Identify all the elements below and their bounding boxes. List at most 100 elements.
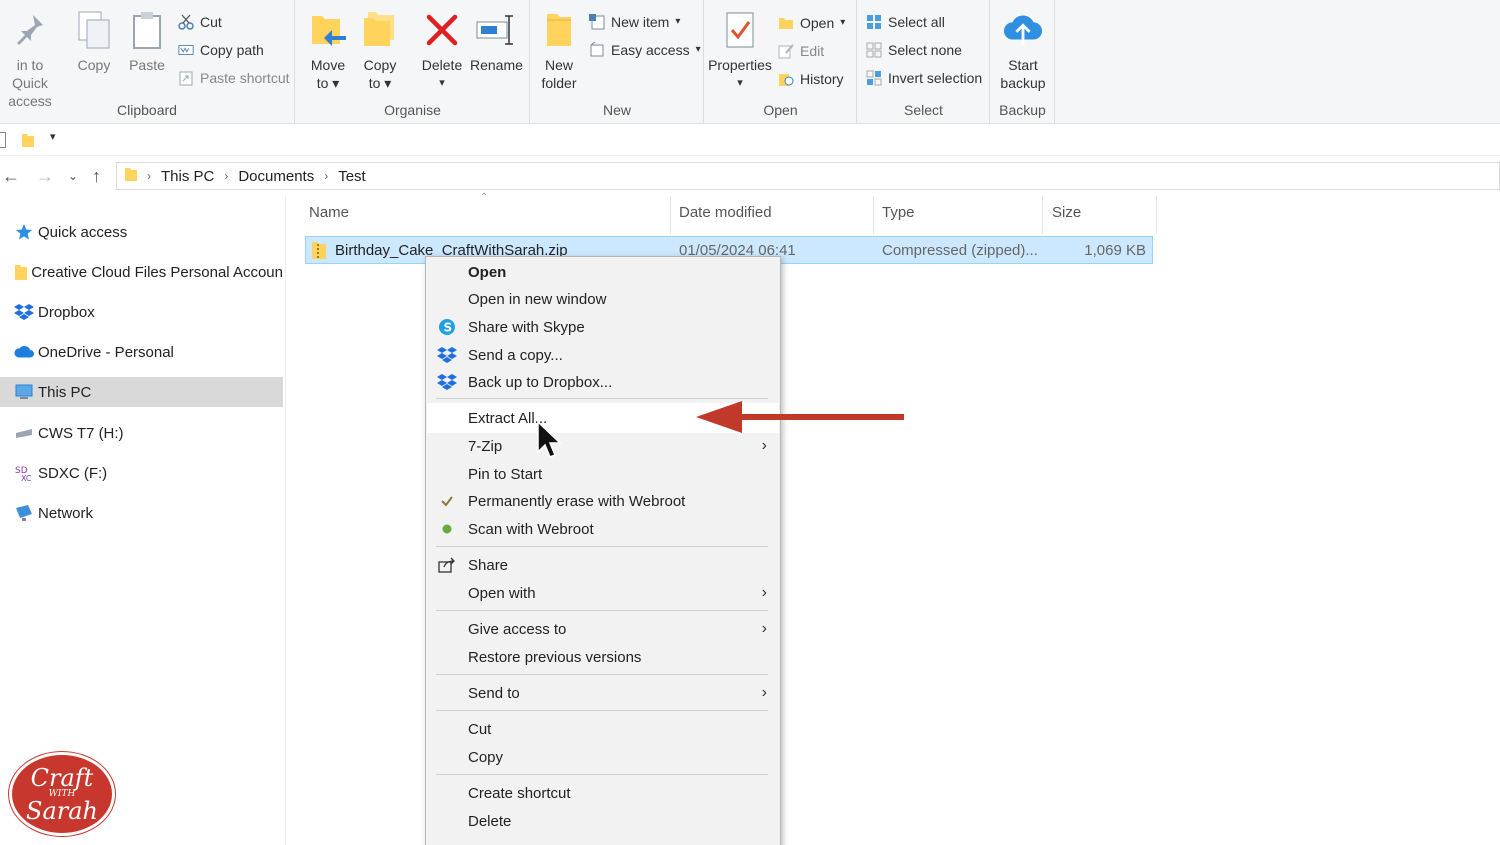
menu-item-restore-versions[interactable]: Restore previous versions: [427, 644, 779, 670]
sd-card-icon: SD XC: [14, 463, 34, 483]
dropbox-icon: [14, 302, 34, 322]
drive-icon: [14, 423, 34, 443]
menu-item-give-access[interactable]: Give access to ›: [427, 616, 779, 642]
properties-small-icon[interactable]: [0, 132, 6, 148]
sort-ascending-icon: ⌃: [480, 192, 489, 203]
menu-item-pin-start[interactable]: Pin to Start: [427, 461, 779, 487]
copy-icon: [74, 8, 114, 52]
new-folder-button[interactable]: New folder: [535, 8, 583, 92]
breadcrumb-this-pc[interactable]: This PC: [161, 168, 214, 185]
nav-item-network[interactable]: Network: [0, 498, 283, 528]
invert-selection-icon: [866, 70, 882, 86]
menu-item-delete[interactable]: Delete: [427, 808, 779, 834]
recent-locations-chevron-icon[interactable]: ⌄: [68, 169, 78, 183]
menu-item-open-new-window[interactable]: Open in new window: [427, 286, 779, 312]
new-group-label: New: [602, 102, 631, 118]
new-item-button[interactable]: New item ▾: [589, 11, 680, 33]
craft-with-sarah-logo: Craft WITH Sarah: [9, 752, 115, 836]
menu-item-copy[interactable]: Copy: [427, 744, 779, 770]
logo-text-craft: Craft: [30, 763, 94, 792]
menu-item-share[interactable]: Share: [427, 552, 779, 578]
column-divider[interactable]: [1042, 196, 1043, 234]
menu-item-send-copy[interactable]: Send a copy...: [427, 342, 779, 368]
start-backup-button[interactable]: Start backup: [995, 8, 1051, 92]
nav-item-creative-cloud[interactable]: Creative Cloud Files Personal Accoun: [0, 257, 283, 287]
column-header-type[interactable]: Type: [882, 204, 915, 221]
breadcrumb-documents[interactable]: Documents: [238, 168, 314, 185]
paste-shortcut-icon: [178, 70, 194, 86]
menu-item-open[interactable]: Open: [427, 259, 779, 285]
menu-item-label: Send a copy...: [468, 346, 563, 364]
nav-item-onedrive[interactable]: OneDrive - Personal: [0, 337, 283, 367]
open-group: Properties ▾ Open ▾ Edit History Open: [705, 0, 857, 124]
open-folder-icon: [778, 15, 794, 31]
select-all-button[interactable]: Select all: [866, 11, 945, 33]
forward-arrow-icon[interactable]: →: [36, 166, 54, 187]
menu-item-label: Permanently erase with Webroot: [468, 492, 686, 510]
delete-label: Delete: [421, 57, 463, 73]
column-divider[interactable]: [1156, 196, 1157, 234]
qat-dropdown-icon[interactable]: ▾: [50, 130, 56, 143]
nav-item-sdxc[interactable]: SD XC SDXC (F:): [0, 458, 283, 488]
menu-item-cut[interactable]: Cut: [427, 716, 779, 742]
new-folder-label-line2: folder: [541, 75, 577, 91]
invert-selection-button[interactable]: Invert selection: [866, 67, 982, 89]
menu-item-create-shortcut[interactable]: Create shortcut: [427, 780, 779, 806]
open-dropdown-icon: ▾: [840, 17, 846, 28]
folder-small-icon[interactable]: [22, 132, 34, 153]
menu-separator: [436, 546, 768, 547]
submenu-chevron-icon: ›: [761, 620, 767, 637]
nav-label: SDXC (F:): [38, 464, 108, 482]
menu-item-open-with[interactable]: Open with ›: [427, 580, 779, 606]
properties-button[interactable]: Properties ▾: [707, 8, 773, 92]
start-backup-label-line1: Start: [1008, 57, 1038, 73]
edit-button[interactable]: Edit: [778, 40, 824, 62]
menu-item-send-to[interactable]: Send to ›: [427, 680, 779, 706]
ribbon: in to Quick access Copy Paste Cut Copy p…: [0, 0, 1500, 124]
select-none-button[interactable]: Select none: [866, 39, 962, 61]
column-divider[interactable]: [873, 196, 874, 234]
address-path-box[interactable]: › This PC › Documents › Test: [116, 162, 1500, 190]
menu-separator: [436, 398, 768, 399]
copy-button[interactable]: Copy: [70, 8, 118, 74]
nav-item-dropbox[interactable]: Dropbox: [0, 297, 283, 327]
select-none-label: Select none: [888, 42, 962, 58]
copy-path-icon: [178, 42, 194, 58]
nav-item-cws-t7[interactable]: CWS T7 (H:): [0, 418, 283, 448]
move-to-button[interactable]: Move to ▾: [304, 8, 352, 92]
paste-button[interactable]: Paste: [124, 8, 170, 74]
delete-button[interactable]: Delete ▾: [418, 8, 466, 92]
menu-separator: [436, 710, 768, 711]
copy-path-button[interactable]: Copy path: [178, 39, 264, 61]
cut-button[interactable]: Cut: [178, 11, 222, 33]
column-divider[interactable]: [670, 196, 671, 234]
file-type: Compressed (zipped)...: [882, 242, 1038, 259]
rename-button[interactable]: Rename: [470, 8, 523, 74]
column-header-name[interactable]: Name: [309, 204, 349, 221]
select-all-label: Select all: [888, 14, 945, 30]
paste-shortcut-button[interactable]: Paste shortcut: [178, 67, 290, 89]
nav-item-this-pc[interactable]: This PC: [0, 377, 283, 407]
breadcrumb-test[interactable]: Test: [338, 168, 366, 185]
column-header-size[interactable]: Size: [1052, 204, 1081, 221]
pc-icon: [14, 382, 34, 402]
pin-to-quick-access-button[interactable]: in to Quick access: [0, 8, 60, 110]
nav-label: CWS T7 (H:): [38, 424, 124, 442]
copy-to-button[interactable]: Copy to ▾: [356, 8, 404, 92]
easy-access-button[interactable]: Easy access ▾: [589, 39, 701, 61]
history-button[interactable]: History: [778, 68, 844, 90]
menu-item-erase-webroot[interactable]: Permanently erase with Webroot: [427, 488, 779, 514]
copy-path-label: Copy path: [200, 42, 264, 58]
column-header-date-modified[interactable]: Date modified: [679, 204, 772, 221]
cut-label: Cut: [200, 14, 222, 30]
up-arrow-icon[interactable]: ↑: [92, 166, 101, 187]
back-arrow-icon[interactable]: ←: [2, 166, 20, 187]
menu-item-back-up-dropbox[interactable]: Back up to Dropbox...: [427, 369, 779, 395]
new-item-icon: [589, 14, 605, 30]
nav-item-quick-access[interactable]: Quick access: [0, 217, 283, 247]
menu-separator: [436, 610, 768, 611]
menu-item-share-skype[interactable]: S Share with Skype: [427, 314, 779, 340]
menu-item-scan-webroot[interactable]: Scan with Webroot: [427, 516, 779, 542]
pin-label-line1: in to Quick: [12, 57, 48, 91]
open-button[interactable]: Open ▾: [778, 12, 845, 34]
